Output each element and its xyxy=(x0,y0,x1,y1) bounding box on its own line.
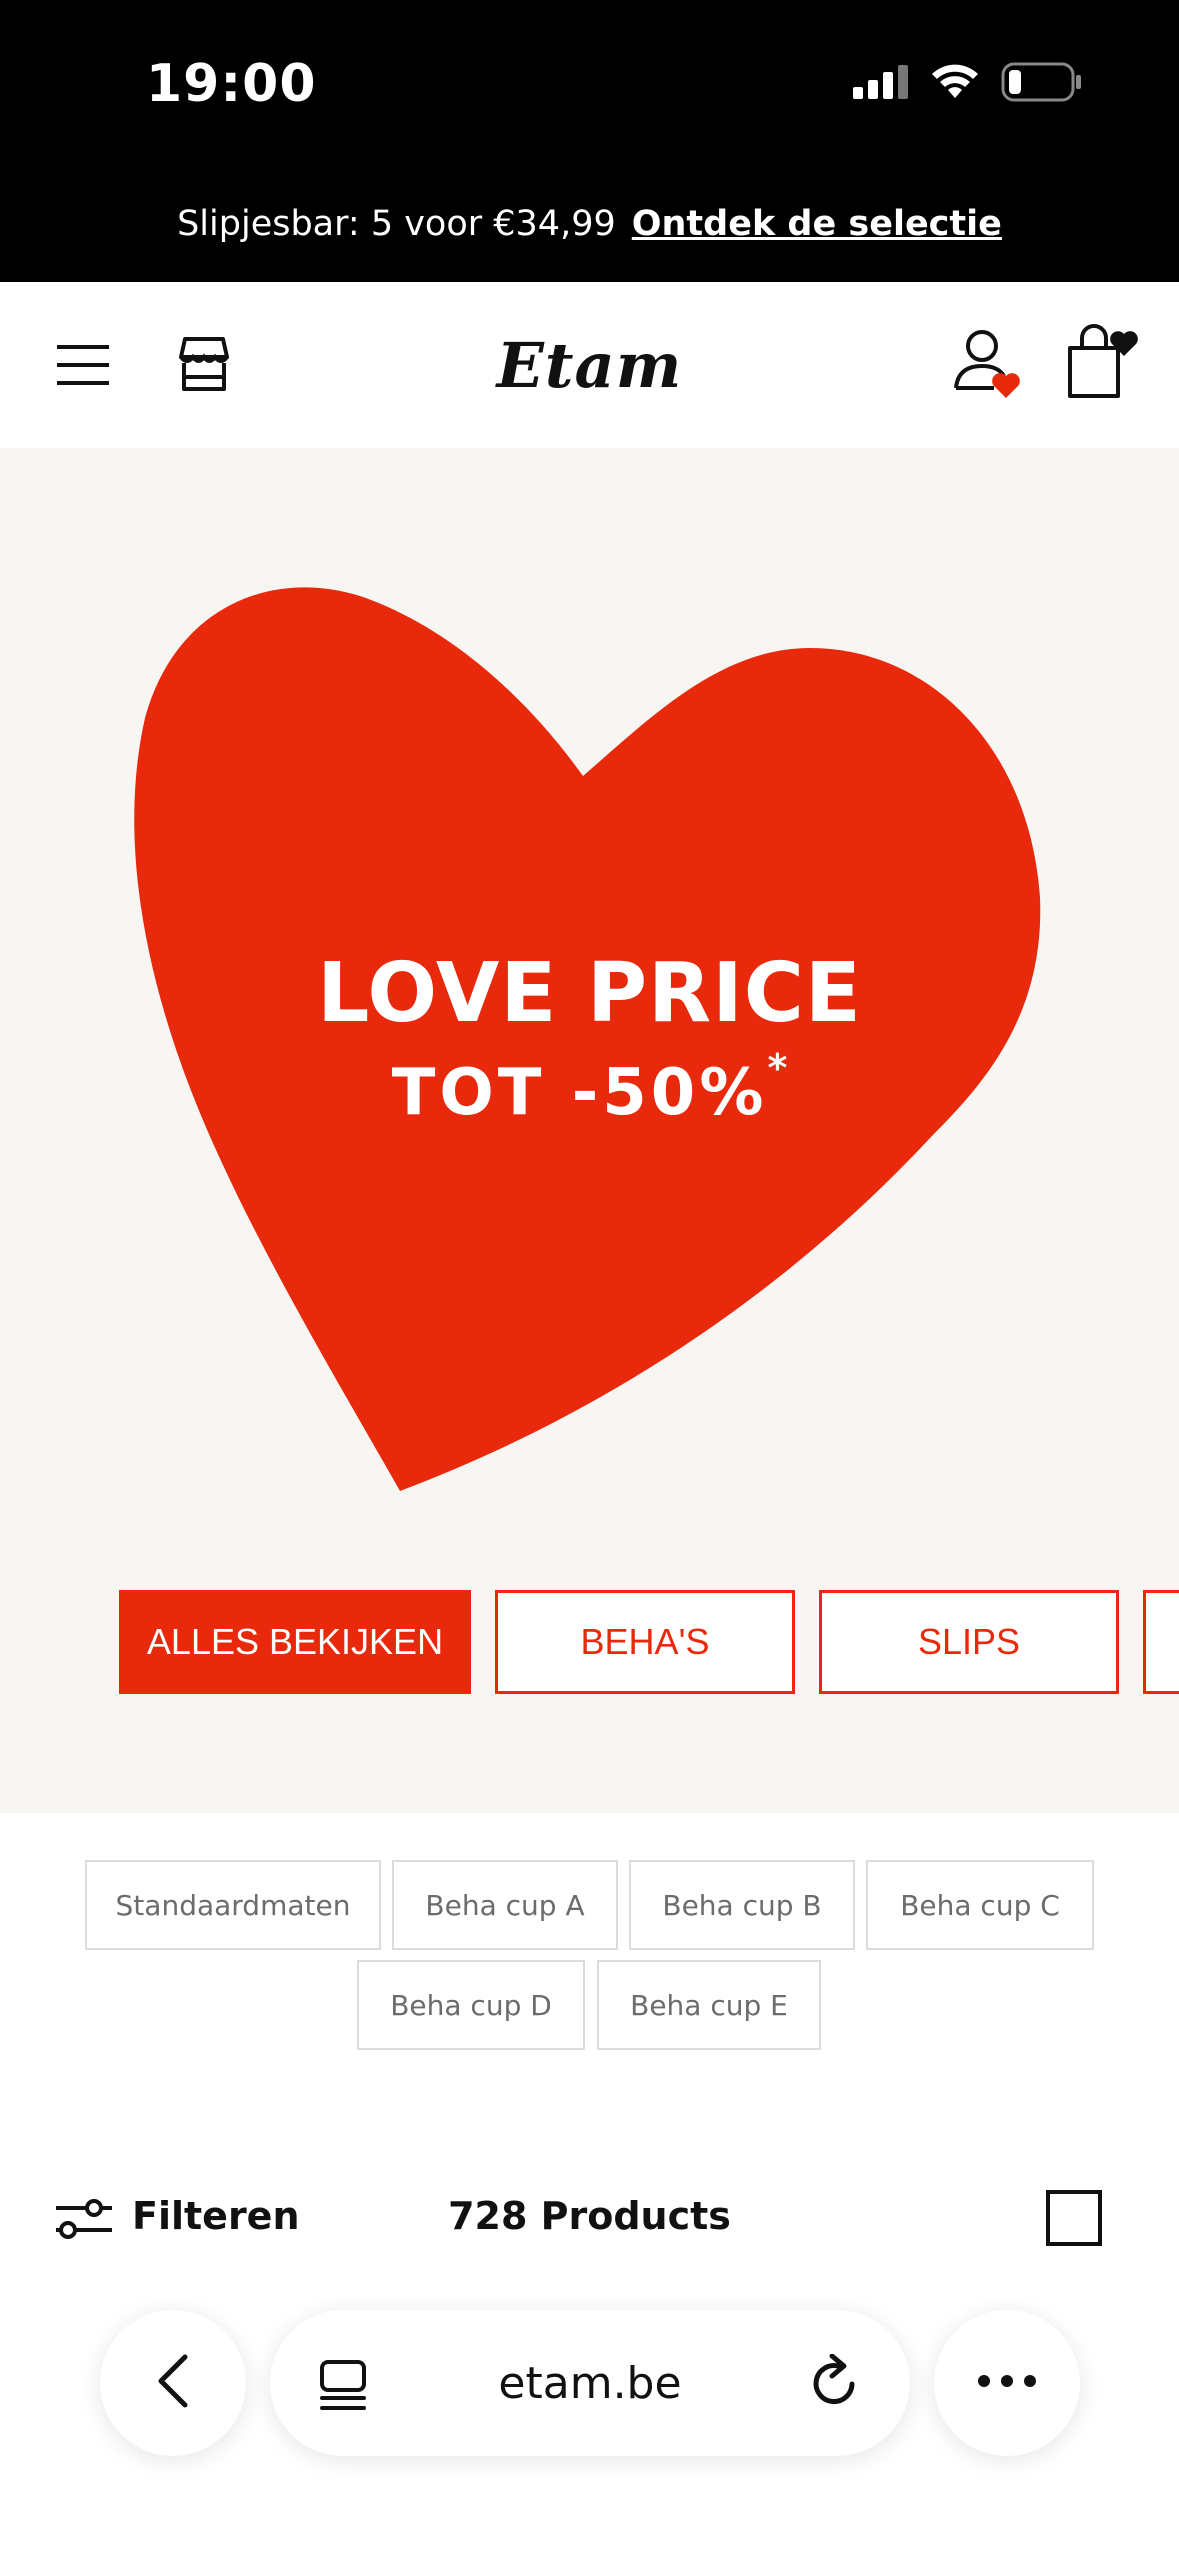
promo-link[interactable]: Ontdek de selectie xyxy=(632,204,1002,244)
filter-bar: Filteren 728 Products xyxy=(0,2180,1179,2260)
status-time: 19:00 xyxy=(146,54,317,114)
hero-banner[interactable]: LOVE PRICE TOT -50%* ALLES BEKIJKEN BEHA… xyxy=(0,448,1179,1813)
hero-asterisk: * xyxy=(767,1046,788,1090)
status-icons xyxy=(853,62,1083,107)
more-icon xyxy=(977,2374,1037,2393)
url-text: etam.be xyxy=(498,2357,682,2409)
hero-subtitle: TOT -50%* xyxy=(0,1046,1179,1130)
wifi-icon xyxy=(931,64,979,105)
battery-icon xyxy=(1001,62,1083,107)
category-more-button[interactable] xyxy=(1143,1590,1179,1694)
back-button[interactable] xyxy=(100,2310,246,2456)
signal-icon xyxy=(853,65,909,104)
category-buttons: ALLES BEKIJKEN BEHA'S SLIPS xyxy=(119,1590,1179,1694)
size-chip-cup-c[interactable]: Beha cup C xyxy=(866,1860,1094,1950)
page: 19:00 Slipjesbar: 5 voor €34,99 Ontdek d… xyxy=(0,0,1179,2556)
filter-button[interactable]: Filteren xyxy=(132,2194,300,2238)
reload-icon[interactable] xyxy=(808,2353,862,2417)
size-chip-standard[interactable]: Standaardmaten xyxy=(85,1860,381,1950)
bag-icon[interactable] xyxy=(1062,322,1142,402)
account-icon[interactable] xyxy=(950,326,1026,402)
top-bar: 19:00 Slipjesbar: 5 voor €34,99 Ontdek d… xyxy=(0,0,1179,282)
category-bras-button[interactable]: BEHA'S xyxy=(495,1590,795,1694)
size-chip-cup-a[interactable]: Beha cup A xyxy=(392,1860,618,1950)
grid-view-icon[interactable] xyxy=(1046,2190,1102,2246)
address-bar[interactable]: etam.be xyxy=(270,2310,910,2456)
hero-discount: TOT -50% xyxy=(391,1056,768,1130)
store-icon[interactable] xyxy=(170,330,238,398)
category-all-button[interactable]: ALLES BEKIJKEN xyxy=(119,1590,471,1694)
category-briefs-button[interactable]: SLIPS xyxy=(819,1590,1119,1694)
more-button[interactable] xyxy=(934,2310,1080,2456)
site-header: Etam xyxy=(0,282,1179,448)
back-icon xyxy=(153,2353,193,2414)
size-chip-cup-e[interactable]: Beha cup E xyxy=(597,1960,821,2050)
tabs-icon[interactable] xyxy=(318,2358,368,2417)
filter-icon[interactable] xyxy=(54,2196,114,2242)
menu-icon[interactable] xyxy=(50,332,116,398)
size-chip-cup-b[interactable]: Beha cup B xyxy=(629,1860,855,1950)
promo-banner: Slipjesbar: 5 voor €34,99 Ontdek de selec… xyxy=(0,204,1179,244)
promo-text: Slipjesbar: 5 voor €34,99 xyxy=(177,204,616,244)
size-chip-cup-d[interactable]: Beha cup D xyxy=(357,1960,585,2050)
hero-title: LOVE PRICE xyxy=(317,946,862,1041)
browser-toolbar: etam.be xyxy=(0,2300,1179,2556)
